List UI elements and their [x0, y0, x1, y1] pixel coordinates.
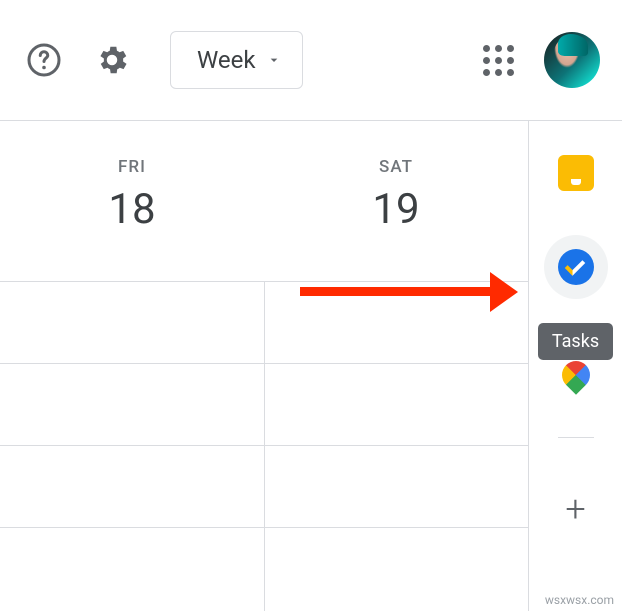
time-grid[interactable]: [0, 281, 528, 611]
day-column-sat[interactable]: SAT 19: [264, 121, 528, 281]
view-selector[interactable]: Week: [170, 31, 303, 89]
account-avatar[interactable]: [544, 32, 600, 88]
maps-icon: [556, 355, 596, 395]
settings-button[interactable]: [92, 40, 132, 80]
watermark: wsxwsx.com: [545, 593, 614, 607]
day-headers-row: FRI 18 SAT 19: [0, 121, 528, 281]
day-name: SAT: [264, 157, 528, 177]
tasks-icon: [558, 249, 594, 285]
side-panel-divider: [558, 437, 594, 438]
time-row: [0, 527, 528, 609]
day-number: 19: [264, 185, 528, 234]
main-content: FRI 18 SAT 19 Tasks +: [0, 121, 622, 611]
tasks-tooltip: Tasks: [538, 323, 613, 360]
calendar-grid: FRI 18 SAT 19: [0, 121, 528, 611]
keep-button[interactable]: [556, 153, 596, 193]
day-name: FRI: [0, 157, 264, 177]
chevron-down-icon: [266, 52, 282, 68]
view-label: Week: [197, 46, 256, 74]
side-panel: Tasks +: [528, 121, 622, 611]
day-number: 18: [0, 185, 264, 234]
time-row: [0, 445, 528, 527]
gear-icon: [94, 42, 130, 78]
header-right-group: [478, 32, 600, 88]
time-row: [0, 363, 528, 445]
app-header: Week: [0, 0, 622, 120]
apps-grid-icon: [483, 45, 514, 76]
tasks-button[interactable]: [544, 235, 608, 299]
add-addon-button[interactable]: +: [565, 488, 585, 530]
header-left-group: Week: [24, 31, 303, 89]
time-row: [0, 281, 528, 363]
help-icon: [26, 42, 62, 78]
help-button[interactable]: [24, 40, 64, 80]
apps-button[interactable]: [478, 40, 518, 80]
keep-icon: [558, 155, 594, 191]
day-column-fri[interactable]: FRI 18: [0, 121, 264, 281]
maps-button[interactable]: [562, 361, 590, 397]
